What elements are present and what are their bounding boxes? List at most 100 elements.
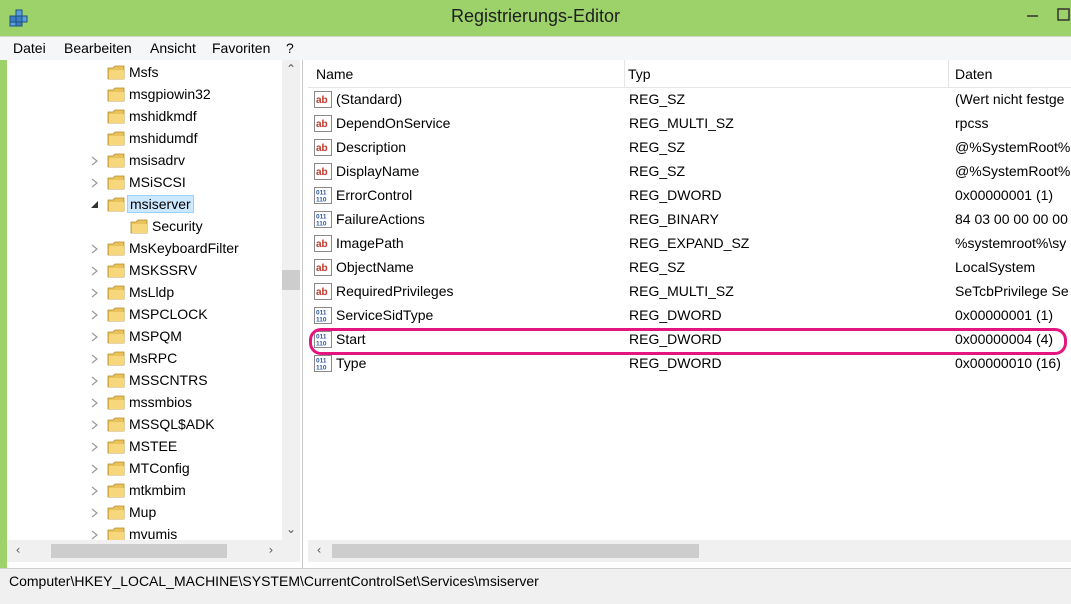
svg-text:110: 110 [316,365,327,372]
column-divider[interactable] [948,60,949,88]
collapsed-arrow-icon[interactable] [90,375,100,387]
scroll-right-icon[interactable]: › [262,543,280,557]
tree-node[interactable]: mtkmbim [7,480,297,502]
collapsed-arrow-icon[interactable] [90,243,100,255]
tree-node[interactable]: msgpiowin32 [7,84,297,106]
tree-node[interactable]: MSPQM [7,326,297,348]
value-row[interactable]: 011 110 Type REG_DWORD 0x00000010 (16) [308,352,1071,376]
column-header-data[interactable]: Daten [955,66,992,82]
binary-value-icon: 011110 [314,355,332,372]
scroll-up-icon[interactable]: ⌃ [282,62,300,76]
svg-text:ab: ab [316,119,328,130]
tree-node[interactable]: MSKSSRV [7,260,297,282]
value-row[interactable]: 011 110 ErrorControl REG_DWORD 0x00000001 (1… [308,184,1071,208]
tree-node[interactable]: MsLldp [7,282,297,304]
string-value-icon: ab [314,115,332,132]
client-area: Msfs msgpiowin32 mshidkmdf mshidumdf msisadr… [7,60,1071,568]
binary-value-icon: 011110 [314,187,332,204]
collapsed-arrow-icon[interactable] [90,287,100,299]
tree-vertical-scrollbar[interactable]: ⌃ ⌄ [282,60,300,540]
folder-icon [107,307,125,322]
collapsed-arrow-icon[interactable] [90,265,100,277]
key-path: Computer\HKEY_LOCAL_MACHINE\SYSTEM\Curre… [9,573,539,589]
folder-icon [107,153,125,168]
collapsed-arrow-icon[interactable] [90,485,100,497]
value-name: ObjectName [336,259,414,275]
tree-node[interactable]: Security [7,216,297,238]
value-row[interactable]: ab Description REG_SZ @%SystemRoot% [308,136,1071,160]
menu-datei[interactable]: Datei [13,40,46,56]
collapsed-arrow-icon[interactable] [90,155,100,167]
tree-node[interactable]: MsRPC [7,348,297,370]
tree-node-label: msiserver [127,195,194,213]
value-name: ErrorControl [336,187,413,203]
menu-help[interactable]: ? [286,40,294,56]
collapsed-arrow-icon[interactable] [90,441,100,453]
value-type: REG_MULTI_SZ [629,283,734,299]
key-tree-pane: Msfs msgpiowin32 mshidkmdf mshidumdf msisadr… [7,60,303,568]
tree-node[interactable]: mshidkmdf [7,106,297,128]
collapsed-arrow-icon[interactable] [90,353,100,365]
value-type: REG_DWORD [629,307,722,323]
tree-node[interactable]: mshidumdf [7,128,297,150]
collapsed-arrow-icon[interactable] [90,331,100,343]
scroll-down-icon[interactable]: ⌄ [282,522,300,536]
list-horizontal-scroll-thumb[interactable] [332,544,699,558]
value-row[interactable]: 011 110 FailureActions REG_BINARY 84 03 00 0… [308,208,1071,232]
expanded-arrow-icon[interactable] [90,199,100,211]
string-value-icon: ab [314,235,332,252]
collapsed-arrow-icon[interactable] [90,177,100,189]
svg-text:ab: ab [316,287,328,298]
column-header-type[interactable]: Typ [628,66,651,82]
svg-text:ab: ab [316,167,328,178]
tree-node-label: msgpiowin32 [129,86,211,102]
scroll-left-icon[interactable]: ‹ [310,543,328,557]
tree-node[interactable]: MSPCLOCK [7,304,297,326]
value-type: REG_EXPAND_SZ [629,235,750,251]
tree-node[interactable]: mssmbios [7,392,297,414]
tree-horizontal-scroll-thumb[interactable] [51,544,227,558]
value-type: REG_DWORD [629,187,722,203]
value-row[interactable]: ab ImagePath REG_EXPAND_SZ %systemroot%\sy [308,232,1071,256]
value-name: Description [336,139,407,155]
menu-ansicht[interactable]: Ansicht [150,40,196,56]
tree-vertical-scroll-thumb[interactable] [282,270,300,290]
value-row[interactable]: ab RequiredPrivileges REG_MULTI_SZ SeTcbPri… [308,280,1071,304]
tree-node[interactable]: Msfs [7,62,297,84]
tree-node-label: mshidkmdf [129,108,197,124]
menu-bearbeiten[interactable]: Bearbeiten [64,40,132,56]
value-row[interactable]: ab DisplayName REG_SZ @%SystemRoot% [308,160,1071,184]
tree-node[interactable]: MSSQL$ADK [7,414,297,436]
folder-icon [107,87,125,102]
value-data: LocalSystem [955,259,1036,275]
tree-node[interactable]: MSSCNTRS [7,370,297,392]
value-type: REG_MULTI_SZ [629,115,734,131]
tree-node[interactable]: msisadrv [7,150,297,172]
column-header-name[interactable]: Name [316,66,353,82]
tree-node[interactable]: Mup [7,502,297,524]
list-horizontal-scrollbar[interactable]: ‹ [308,540,1071,562]
tree-horizontal-scrollbar[interactable]: ‹ › [7,540,300,562]
collapsed-arrow-icon[interactable] [90,463,100,475]
folder-icon [107,483,125,498]
minimize-icon[interactable] [1026,8,1040,22]
column-divider[interactable] [624,60,625,88]
value-row[interactable]: ab ObjectName REG_SZ LocalSystem [308,256,1071,280]
scroll-left-icon[interactable]: ‹ [9,543,27,557]
value-row[interactable]: ab (Standard) REG_SZ (Wert nicht festge [308,88,1071,112]
tree-node[interactable]: MTConfig [7,458,297,480]
collapsed-arrow-icon[interactable] [90,397,100,409]
tree-node-label: MSPCLOCK [129,306,208,322]
collapsed-arrow-icon[interactable] [90,419,100,431]
tree-node-label: MSPQM [129,328,182,344]
menu-favoriten[interactable]: Favoriten [212,40,270,56]
value-row[interactable]: ab DependOnService REG_MULTI_SZ rpcss [308,112,1071,136]
collapsed-arrow-icon[interactable] [90,507,100,519]
collapsed-arrow-icon[interactable] [90,309,100,321]
maximize-icon[interactable] [1057,8,1071,22]
tree-node[interactable]: msiserver [7,194,297,216]
tree-node[interactable]: MSiSCSI [7,172,297,194]
value-row[interactable]: 011 110 ServiceSidType REG_DWORD 0x00000001 … [308,304,1071,328]
tree-node[interactable]: MSTEE [7,436,297,458]
tree-node[interactable]: MsKeyboardFilter [7,238,297,260]
